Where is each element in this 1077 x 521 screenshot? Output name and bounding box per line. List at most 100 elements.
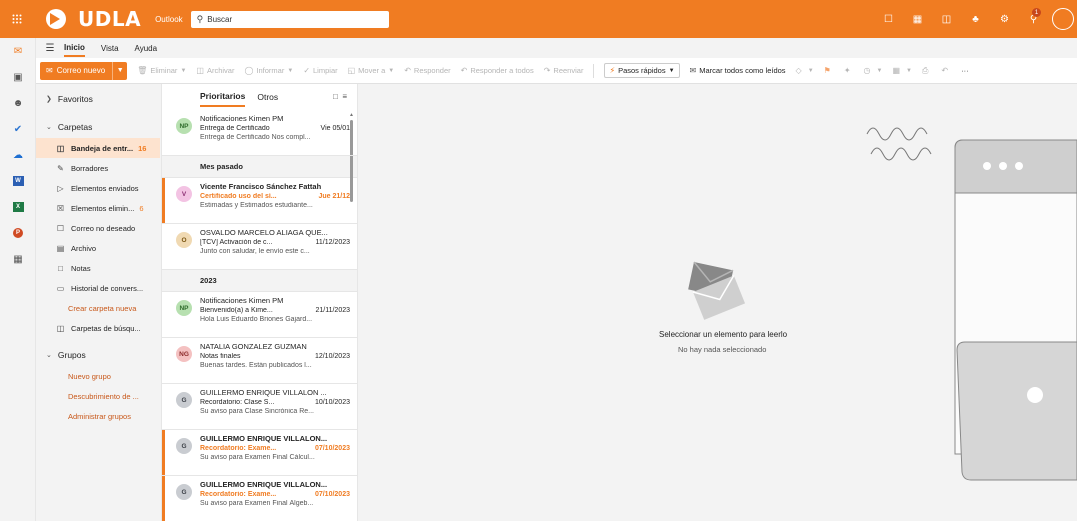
list-item[interactable]: G GUILLERMO ENRIQUE VILLALON... Recordator…: [162, 430, 357, 476]
select-icon[interactable]: □: [333, 92, 338, 101]
empty-state-subtitle: No hay nada seleccionado: [678, 345, 767, 354]
more-apps-icon[interactable]: ▦: [0, 246, 36, 272]
folder-junk[interactable]: ☐ Correo no deseado: [36, 218, 160, 238]
forward-button[interactable]: ↷ Reenviar: [544, 66, 584, 75]
gear-icon[interactable]: ⚙: [990, 0, 1019, 38]
avatar: G: [176, 392, 192, 408]
filter-icon[interactable]: ≡: [342, 92, 347, 101]
manage-groups-link[interactable]: Administrar grupos: [36, 406, 160, 426]
discover-groups-link[interactable]: Descubrimiento de ...: [36, 386, 160, 406]
create-folder-link[interactable]: Crear carpeta nueva: [36, 298, 160, 318]
my-day-icon[interactable]: ▦: [903, 0, 932, 38]
preview: Junto con saludar, le envío este c...: [200, 248, 310, 255]
subject-row: Entrega de Certificado Vie 05/01: [200, 125, 350, 132]
folder-inbox[interactable]: ◫ Bandeja de entr... 16: [36, 138, 160, 158]
app-launcher-icon[interactable]: [0, 0, 34, 38]
folder-archive[interactable]: ▤ Archivo: [36, 238, 160, 258]
chevron-down-icon: ▼: [287, 67, 294, 74]
pin-button[interactable]: ✦: [844, 66, 854, 75]
avatar[interactable]: [1051, 8, 1074, 30]
search-folder-icon: ◫: [56, 323, 65, 333]
print-button[interactable]: ⎙: [922, 66, 931, 76]
powerpoint-icon[interactable]: P: [0, 220, 36, 246]
reply-all-button[interactable]: ↶ Responder a todos: [461, 66, 534, 75]
excel-icon[interactable]: X: [0, 194, 36, 220]
sweep-button[interactable]: ✓ Limpiar: [303, 66, 337, 75]
avatar: NG: [176, 346, 192, 362]
word-icon[interactable]: W: [0, 168, 36, 194]
list-item[interactable]: G GUILLERMO ENRIQUE VILLALON ... Recordato…: [162, 384, 357, 430]
onedrive-icon[interactable]: ☁: [0, 142, 36, 168]
tab-inicio[interactable]: Inicio: [64, 40, 85, 57]
folder-deleted[interactable]: ☒ Elementos elimin... 6: [36, 198, 160, 218]
date: 07/10/2023: [314, 491, 350, 498]
todo-icon[interactable]: ✔: [0, 116, 36, 142]
subject: Notas finales: [200, 353, 241, 360]
new-mail-button[interactable]: ✉ Correo nuevo ▼: [40, 61, 128, 80]
chevron-down-icon[interactable]: ▼: [113, 67, 127, 74]
search-input[interactable]: Buscar: [207, 15, 232, 24]
search-box[interactable]: ⚲ Buscar: [190, 10, 389, 28]
tab-other[interactable]: Otros: [257, 88, 278, 106]
groups-header[interactable]: ⌄ Grupos: [36, 344, 160, 366]
chevron-down-icon: ▼: [180, 67, 187, 74]
group-header: 2023: [162, 270, 357, 292]
subject-row: Recordatorio: Exame... 07/10/2023: [200, 491, 350, 498]
folder-notes[interactable]: □ Notas: [36, 258, 160, 278]
new-group-link[interactable]: Nuevo grupo: [36, 366, 160, 386]
flag-button[interactable]: ⚑: [824, 66, 834, 75]
sender: Notificaciones Kimen PM: [200, 114, 284, 123]
app-name[interactable]: Outlook: [155, 15, 183, 24]
favorites-header[interactable]: ❯ Favoritos: [36, 88, 160, 110]
folders-header[interactable]: ⌄ Carpetas: [36, 116, 160, 138]
move-to-button[interactable]: ◱ Mover a ▼: [348, 66, 395, 75]
meet-now-icon[interactable]: ◫: [932, 0, 961, 38]
ribbon-toolbar: ✉ Correo nuevo ▼ 🗑︎ Eliminar ▼ ◫ Archivar ◯ I…: [36, 58, 1077, 84]
mail-icon[interactable]: ✉: [0, 38, 36, 64]
undo-button[interactable]: ↶: [941, 66, 951, 75]
date: 07/10/2023: [314, 445, 350, 452]
more-options-button[interactable]: ···: [961, 66, 969, 75]
folder-sent[interactable]: ▷ Elementos enviados: [36, 178, 160, 198]
envelope-open-icon: ✉: [689, 66, 697, 75]
tips-icon[interactable]: ⚲ 1: [1019, 0, 1048, 38]
bell-icon[interactable]: ♣: [961, 0, 990, 38]
reply-icon: ↶: [404, 66, 411, 75]
deleted-count: 6: [139, 203, 144, 213]
menu-icon[interactable]: ☰: [36, 43, 64, 54]
list-item[interactable]: O OSVALDO MARCELO ALIAGA QUE... [TCV] Acti…: [162, 224, 357, 270]
empty-state-title: Seleccionar un elemento para leerlo: [659, 330, 788, 339]
quick-steps-button[interactable]: ⚡︎ Pasos rápidos ▼: [604, 63, 680, 78]
list-item[interactable]: NP Notificaciones Kimen PM Bienvenido(a) a…: [162, 292, 357, 338]
mark-all-read-button[interactable]: ✉ Marcar todos como leídos: [690, 66, 786, 75]
tab-ayuda[interactable]: Ayuda: [135, 41, 158, 56]
top-bar-actions: ☐ ▦ ◫ ♣ ⚙ ⚲ 1: [874, 0, 1077, 38]
snooze-button[interactable]: ◷ ▼: [864, 66, 883, 75]
list-item[interactable]: G GUILLERMO ENRIQUE VILLALON... Recordator…: [162, 476, 357, 521]
tab-vista[interactable]: Vista: [101, 41, 119, 56]
tag-button[interactable]: ◇ ▼: [796, 66, 814, 75]
report-button[interactable]: ◯ Informar ▼: [244, 66, 293, 75]
brand-logo[interactable]: UDLA: [44, 0, 141, 38]
list-item[interactable]: NP Notificaciones Kimen PM Entrega de Cert…: [162, 110, 357, 156]
search-icon: ⚲: [196, 13, 204, 24]
rules-button[interactable]: ▦ ▼: [892, 66, 912, 75]
list-item[interactable]: V Vicente Francisco Sánchez Fattah Certifi…: [162, 178, 357, 224]
tab-focused[interactable]: Prioritarios: [200, 87, 246, 107]
account[interactable]: [1048, 0, 1077, 38]
archive-button[interactable]: ◫ Archivar: [196, 66, 234, 75]
avatar: G: [176, 438, 192, 454]
folder-conversation-history[interactable]: ▭ Historial de convers...: [36, 278, 160, 298]
chevron-down-icon: ⌄: [46, 124, 52, 131]
delete-button[interactable]: 🗑︎ Eliminar ▼: [137, 66, 186, 75]
divider: [593, 63, 595, 78]
clock-icon: ◷: [863, 66, 871, 75]
calendar-icon[interactable]: ▣: [0, 64, 36, 90]
reply-button[interactable]: ↶ Responder: [404, 66, 450, 75]
teams-icon[interactable]: ☐: [874, 0, 903, 38]
folder-search-folders[interactable]: ◫ Carpetas de búsqu...: [36, 318, 160, 338]
pencil-icon: ✎: [57, 163, 64, 173]
list-item[interactable]: NG NATALIA GONZALEZ GUZMAN Notas finales 12…: [162, 338, 357, 384]
folder-drafts[interactable]: ✎ Borradores: [36, 158, 160, 178]
people-icon[interactable]: ☻: [0, 90, 36, 116]
